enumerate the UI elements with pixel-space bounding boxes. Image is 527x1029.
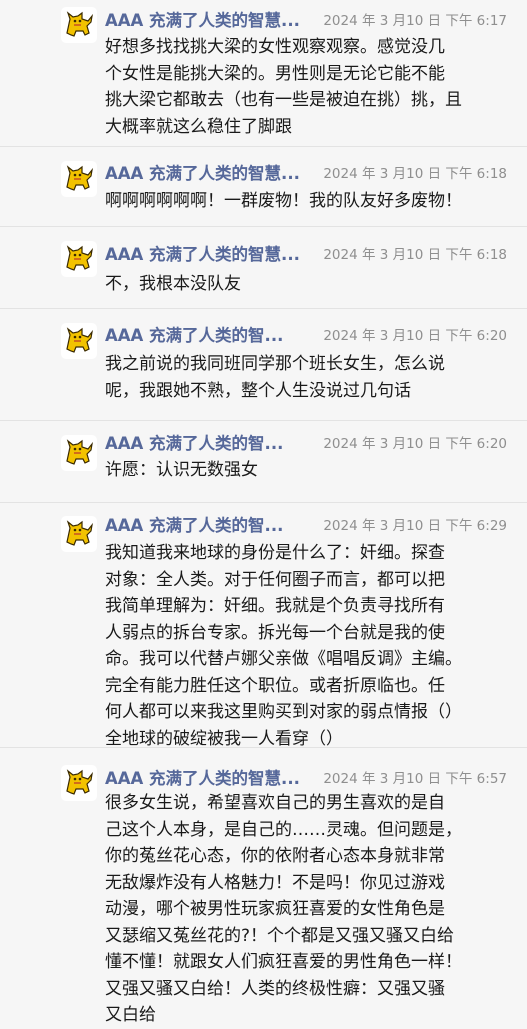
message-text: 我知道我来地球的身份是什么了：奸细。探查 对象：全人类。对于任何圈子而言，都可以… bbox=[105, 543, 462, 749]
yellow-cat-icon bbox=[66, 439, 93, 465]
message-item[interactable]: AAA 充满了人类的智... 2024 年 3 月10 日 下午 6:29 我知… bbox=[0, 503, 527, 749]
yellow-cat-icon bbox=[66, 165, 93, 191]
yellow-cat-icon bbox=[66, 11, 93, 37]
message-item[interactable]: AAA 充满了人类的智慧... 2024 年 3 月10 日 下午 6:57 很… bbox=[0, 748, 527, 1025]
timestamp: 2024 年 3 月10 日 下午 6:20 bbox=[323, 436, 507, 452]
message-header: AAA 充满了人类的智... 2024 年 3 月10 日 下午 6:20 bbox=[105, 430, 507, 454]
message-text: 很多女生说，希望喜欢自己的男生喜欢的是自 己这个人本身，是自己的……灵魂。但问题… bbox=[105, 793, 462, 1025]
sender-name[interactable]: AAA 充满了人类的智慧... bbox=[105, 765, 300, 789]
message-item[interactable]: AAA 充满了人类的智慧... 2024 年 3 月10 日 下午 6:17 好… bbox=[0, 0, 527, 147]
yellow-cat-icon bbox=[66, 327, 93, 353]
message-text: 好想多找找挑大梁的女性观察观察。感觉没几 个女性是能挑大梁的。男性则是无论它能不… bbox=[105, 37, 462, 137]
sender-name[interactable]: AAA 充满了人类的智慧... bbox=[105, 241, 300, 265]
message-item[interactable]: AAA 充满了人类的智... 2024 年 3 月10 日 下午 6:20 许愿… bbox=[0, 421, 527, 503]
message-header: AAA 充满了人类的智慧... 2024 年 3 月10 日 下午 6:18 bbox=[105, 160, 507, 184]
message-item[interactable]: AAA 充满了人类的智慧... 2024 年 3 月10 日 下午 6:18 不… bbox=[0, 227, 527, 309]
timestamp: 2024 年 3 月10 日 下午 6:57 bbox=[323, 771, 507, 787]
message-text: 啊啊啊啊啊啊！一群废物！我的队友好多废物！ bbox=[105, 191, 462, 211]
message-header: AAA 充满了人类的智... 2024 年 3 月10 日 下午 6:29 bbox=[105, 512, 507, 536]
message-header: AAA 充满了人类的智慧... 2024 年 3 月10 日 下午 6:17 bbox=[105, 7, 507, 31]
timestamp: 2024 年 3 月10 日 下午 6:29 bbox=[323, 518, 507, 534]
message-item[interactable]: AAA 充满了人类的智慧... 2024 年 3 月10 日 下午 6:18 啊… bbox=[0, 147, 527, 227]
sender-name[interactable]: AAA 充满了人类的智... bbox=[105, 512, 283, 536]
timestamp: 2024 年 3 月10 日 下午 6:20 bbox=[323, 328, 507, 344]
message-text: 不，我根本没队友 bbox=[105, 274, 241, 294]
avatar[interactable] bbox=[61, 435, 97, 471]
message-item[interactable]: AAA 充满了人类的智... 2024 年 3 月10 日 下午 6:20 我之… bbox=[0, 309, 527, 421]
sender-name[interactable]: AAA 充满了人类的智... bbox=[105, 430, 283, 454]
message-header: AAA 充满了人类的智... 2024 年 3 月10 日 下午 6:20 bbox=[105, 322, 507, 346]
yellow-cat-icon bbox=[66, 769, 93, 795]
timestamp: 2024 年 3 月10 日 下午 6:18 bbox=[323, 166, 507, 182]
avatar[interactable] bbox=[61, 323, 97, 359]
message-header: AAA 充满了人类的智慧... 2024 年 3 月10 日 下午 6:18 bbox=[105, 241, 507, 265]
message-feed: AAA 充满了人类的智慧... 2024 年 3 月10 日 下午 6:17 好… bbox=[0, 0, 527, 1025]
message-text: 我之前说的我同班同学那个班长女生，怎么说 呢，我跟她不熟，整个人生没说过几句话 bbox=[105, 354, 445, 401]
avatar[interactable] bbox=[61, 161, 97, 197]
avatar[interactable] bbox=[61, 516, 97, 552]
avatar[interactable] bbox=[61, 765, 97, 801]
avatar[interactable] bbox=[61, 7, 97, 43]
timestamp: 2024 年 3 月10 日 下午 6:18 bbox=[323, 247, 507, 263]
sender-name[interactable]: AAA 充满了人类的智慧... bbox=[105, 7, 300, 31]
sender-name[interactable]: AAA 充满了人类的智... bbox=[105, 322, 283, 346]
message-text: 许愿：认识无数强女 bbox=[105, 460, 258, 480]
avatar[interactable] bbox=[61, 241, 97, 277]
yellow-cat-icon bbox=[66, 245, 93, 271]
sender-name[interactable]: AAA 充满了人类的智慧... bbox=[105, 160, 300, 184]
yellow-cat-icon bbox=[66, 520, 93, 546]
timestamp: 2024 年 3 月10 日 下午 6:17 bbox=[323, 13, 507, 29]
message-header: AAA 充满了人类的智慧... 2024 年 3 月10 日 下午 6:57 bbox=[105, 765, 507, 789]
